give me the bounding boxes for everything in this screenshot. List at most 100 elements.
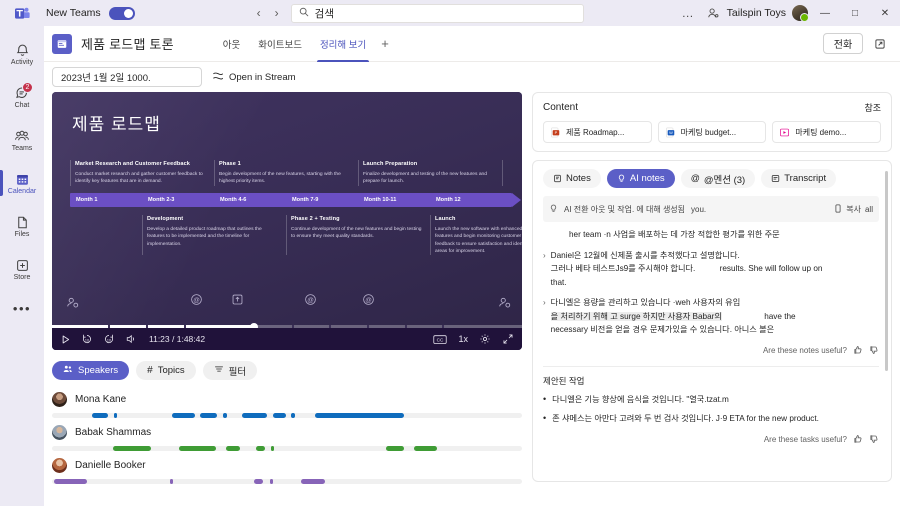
tasks-feedback-question: Are these tasks useful? [763, 435, 847, 445]
back-icon[interactable]: ‹ [257, 7, 261, 19]
search-value: 검색 [314, 7, 334, 20]
sidebar-item-files[interactable]: Files [0, 205, 44, 248]
maximize-button[interactable]: □ [840, 0, 870, 26]
sidebar-item-store[interactable]: Store [0, 248, 44, 291]
sidebar-item-teams[interactable]: Teams [0, 119, 44, 162]
open-in-new-icon[interactable] [869, 33, 890, 54]
tab-mentions[interactable]: @ @멘션 (3) [680, 169, 756, 188]
tab-transcript[interactable]: Transcript [761, 169, 837, 188]
ai-banner-trailing: you. [691, 204, 707, 214]
org-name[interactable]: Tailspin Toys [725, 7, 792, 19]
svg-text:@: @ [307, 297, 314, 304]
meeting-date-field[interactable]: 2023년 1월 2일 1000. [52, 67, 202, 87]
sidebar-item-calendar[interactable]: Calendar [0, 162, 44, 205]
settings-gear-icon[interactable] [479, 333, 491, 345]
thumbs-down-icon[interactable] [869, 434, 879, 446]
search-input[interactable]: 검색 [290, 3, 584, 23]
file-item-demo[interactable]: 마케팅 demo... [772, 121, 882, 143]
roadmap-bcol-2-desc: Launch the new software with enhanced fe… [435, 226, 522, 255]
roadmap-bcol-0-desc: Develop a detailed product roadmap that … [147, 226, 262, 247]
mention-marker-3-icon: @ [363, 294, 374, 305]
content-files: P 제품 Roadmap... W 마케팅 budget... 마케팅 demo… [543, 121, 882, 143]
copy-icon [834, 204, 842, 215]
speaker-row-babak-shammas[interactable]: Babak Shammas [52, 422, 522, 451]
ai-note-2-line-1a: 을 처리하기 위해 고 surge 하지만 사용자 Babar의 [550, 311, 722, 321]
tab-notes[interactable]: Notes [543, 169, 601, 188]
fullscreen-icon[interactable] [502, 333, 514, 345]
task-text-1: 다니엘은 기능 향상에 음식을 것입니다. "열국.tzat.m [552, 394, 729, 404]
speaker-segment [54, 479, 88, 484]
copy-label: 복사 [846, 204, 861, 214]
notes-scrollbar[interactable] [885, 171, 888, 371]
task-item-1: • 다니엘은 기능 향상에 음식을 것입니다. "열국.tzat.m [543, 393, 879, 407]
people-icon[interactable] [702, 7, 725, 20]
teams-icon [15, 130, 29, 141]
tab-notes-label: Notes [566, 173, 591, 184]
sidebar-more-apps-icon[interactable]: ••• [0, 291, 44, 325]
svg-text:10: 10 [107, 338, 111, 342]
forward-icon[interactable]: › [275, 7, 279, 19]
new-teams-toggle[interactable] [108, 6, 135, 20]
meeting-tabs: 아웃 화이트보드 정리해 보기 + [214, 26, 395, 62]
file-item-budget[interactable]: W 마케팅 budget... [657, 121, 767, 143]
speaker-name: Babak Shammas [75, 427, 152, 438]
timeline-month-4: Month 10-11 [364, 196, 397, 203]
tab-whiteboard[interactable]: 화이트보드 [249, 26, 311, 62]
roadmap-bcol-1-desc: Continue development of the new features… [291, 226, 422, 240]
close-button[interactable]: ✕ [870, 0, 900, 26]
right-pane: Content 참조 P 제품 Roadmap... W 마케팅 budget.… [532, 92, 892, 506]
chip-topics[interactable]: # Topics [136, 361, 196, 380]
chip-speakers[interactable]: Speakers [52, 361, 130, 380]
speaker-segment [178, 446, 216, 451]
meeting-subbar: 2023년 1월 2일 1000. Open in Stream [44, 62, 900, 92]
sidebar-item-activity[interactable]: Activity [0, 33, 44, 76]
copy-all-label: all [864, 204, 873, 214]
video-player[interactable]: 제품 로드맵 Market Research and Customer Feed… [52, 92, 522, 350]
tab-recap[interactable]: 정리해 보기 [311, 26, 375, 62]
minimize-button[interactable]: — [810, 0, 840, 26]
task-bullet: • [543, 413, 547, 424]
more-options-icon[interactable]: … [675, 6, 702, 20]
store-plus-icon [16, 260, 28, 271]
ai-note-2-body: 다니엘은 용량을 관리하고 있습니다 ·weh 사용자의 유입 을 처리하기 위… [550, 296, 796, 337]
content-card-link[interactable]: 참조 [864, 101, 881, 114]
roadmap-bcol-1-title: Phase 2 + Testing [291, 215, 340, 222]
tab-ai-notes[interactable]: AI notes [606, 169, 675, 188]
chip-filter[interactable]: 필터 [202, 361, 258, 380]
copy-all-button[interactable]: 복사 all [834, 204, 873, 215]
thumbs-down-icon[interactable] [869, 345, 879, 357]
mention-marker-1-icon: @ [191, 294, 202, 305]
roadmap-top-row: Market Research and Customer Feedback Co… [70, 160, 512, 186]
open-in-stream-label: Open in Stream [229, 71, 296, 83]
speaker-timeline-track[interactable] [52, 479, 522, 484]
join-call-button[interactable]: 전화 [823, 33, 863, 54]
ai-note-1-body: Daniel은 12월에 신제품 출시를 추적했다고 설명합니다. 그러나 베타… [551, 249, 823, 290]
closed-captions-icon[interactable]: CC [433, 334, 448, 345]
thumbs-up-icon[interactable] [853, 345, 863, 357]
speaker-timeline-track[interactable] [52, 446, 522, 451]
playback-speed-button[interactable]: 1x [458, 334, 468, 344]
volume-icon[interactable] [125, 333, 137, 345]
rewind-10-icon[interactable]: 10 [81, 333, 93, 345]
chevron-right-icon[interactable]: › [543, 296, 546, 337]
speaker-segment [225, 446, 240, 451]
speaker-row-danielle-booker[interactable]: Danielle Booker [52, 455, 522, 484]
forward-10-icon[interactable]: 10 [103, 333, 115, 345]
sidebar-item-chat[interactable]: 2 Chat [0, 76, 44, 119]
chevron-right-icon[interactable]: › [543, 249, 546, 290]
ai-notes-intro-line: her team ·n 사업을 배포하는 데 가장 적합한 평가를 위한 주문 [569, 230, 780, 239]
file-item-roadmap[interactable]: P 제품 Roadmap... [543, 121, 652, 143]
thumbs-up-icon[interactable] [853, 434, 863, 446]
add-tab-button[interactable]: + [375, 26, 395, 62]
avatar [52, 458, 67, 473]
open-in-stream-link[interactable]: Open in Stream [212, 70, 296, 85]
speaker-timeline-track[interactable] [52, 413, 522, 418]
speaker-row-mona-kane[interactable]: Mona Kane [52, 389, 522, 418]
tab-out[interactable]: 아웃 [214, 26, 249, 62]
calendar-icon [16, 175, 28, 185]
meeting-header-actions: 전화 [823, 33, 890, 54]
avatar[interactable] [792, 5, 809, 22]
play-icon[interactable] [60, 334, 71, 345]
task-text-2: 존 샤메스는 아만다 고려와 두 번 검사 것입니다. J·9 ETA for … [552, 414, 819, 424]
timeline-month-0: Month 1 [76, 196, 98, 203]
